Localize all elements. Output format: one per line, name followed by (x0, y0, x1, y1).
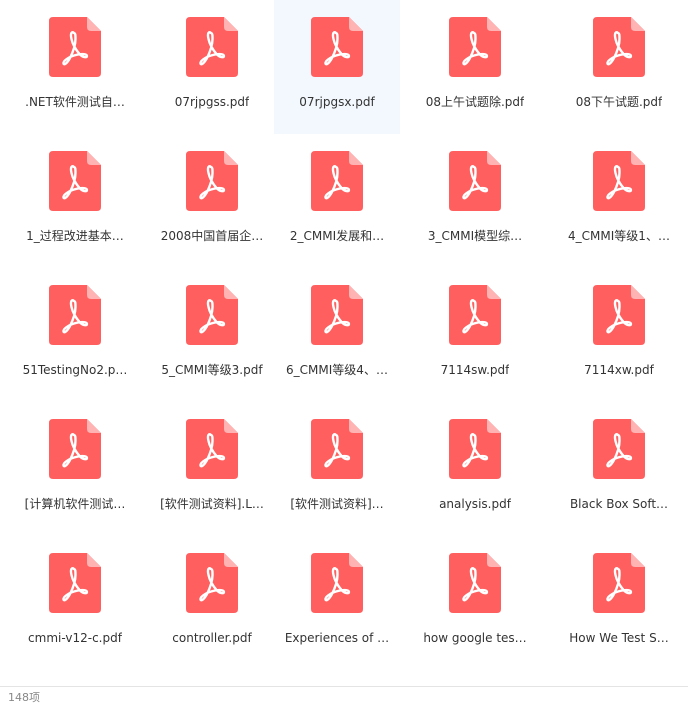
pdf-file-icon (593, 285, 645, 345)
pdf-file-icon (593, 553, 645, 613)
file-item[interactable]: cmmi-v12-c.pdf (0, 536, 150, 670)
pdf-file-icon (449, 419, 501, 479)
pdf-file-icon (449, 553, 501, 613)
file-item[interactable]: 07rjpgss.pdf (150, 0, 274, 134)
pdf-file-icon (186, 151, 238, 211)
file-name: 5_CMMI等级3.pdf (161, 363, 263, 377)
file-name: controller.pdf (172, 631, 252, 645)
file-name: 08下午试题.pdf (575, 95, 663, 109)
file-name: 07rjpgsx.pdf (299, 95, 375, 109)
file-item[interactable]: 08上午试题除.pdf (400, 0, 550, 134)
file-item[interactable]: [软件测试资料]… (274, 402, 400, 536)
file-item[interactable]: analysis.pdf (400, 402, 550, 536)
file-item[interactable]: How We Test S… (550, 536, 688, 670)
file-item[interactable]: 08下午试题.pdf (550, 0, 688, 134)
file-name: 08上午试题除.pdf (425, 95, 525, 109)
pdf-file-icon (186, 17, 238, 77)
status-bar: 148项 (0, 686, 688, 709)
file-item[interactable]: Experiences of … (274, 536, 400, 670)
file-item[interactable]: 2008中国首届企… (150, 134, 274, 268)
item-count: 148项 (8, 691, 40, 704)
file-name: 7114xw.pdf (584, 363, 654, 377)
file-name: [软件测试资料].L… (160, 497, 264, 511)
file-name: How We Test S… (569, 631, 669, 645)
pdf-file-icon (311, 419, 363, 479)
file-item[interactable]: 3_CMMI模型综… (400, 134, 550, 268)
pdf-file-icon (311, 285, 363, 345)
file-item[interactable]: 7114xw.pdf (550, 268, 688, 402)
file-name: 4_CMMI等级1、… (568, 229, 670, 243)
file-grid: .NET软件测试自… 07rjpgss.pdf 07rjpgsx.pdf 08上… (0, 0, 688, 686)
pdf-file-icon (186, 419, 238, 479)
file-name: 1_过程改进基本… (26, 229, 124, 243)
file-item[interactable]: 6_CMMI等级4、… (274, 268, 400, 402)
file-name: analysis.pdf (439, 497, 511, 511)
pdf-file-icon (49, 17, 101, 77)
file-item[interactable]: 2_CMMI发展和… (274, 134, 400, 268)
pdf-file-icon (593, 151, 645, 211)
pdf-file-icon (449, 17, 501, 77)
file-name: cmmi-v12-c.pdf (28, 631, 122, 645)
pdf-file-icon (311, 17, 363, 77)
pdf-file-icon (593, 419, 645, 479)
file-name: Experiences of … (284, 631, 390, 645)
file-item[interactable]: [计算机软件测试… (0, 402, 150, 536)
file-item[interactable]: [软件测试资料].L… (150, 402, 274, 536)
file-item[interactable]: 5_CMMI等级3.pdf (150, 268, 274, 402)
file-name: [计算机软件测试… (24, 497, 126, 511)
pdf-file-icon (449, 285, 501, 345)
pdf-file-icon (49, 553, 101, 613)
pdf-file-icon (49, 419, 101, 479)
file-name: [软件测试资料]… (290, 497, 384, 511)
file-item[interactable]: Black Box Soft… (550, 402, 688, 536)
pdf-file-icon (311, 553, 363, 613)
file-name: Black Box Soft… (569, 497, 669, 511)
file-item[interactable]: 51TestingNo2.p… (0, 268, 150, 402)
pdf-file-icon (49, 285, 101, 345)
file-item[interactable]: .NET软件测试自… (0, 0, 150, 134)
pdf-file-icon (593, 17, 645, 77)
pdf-file-icon (186, 285, 238, 345)
file-name: 6_CMMI等级4、… (286, 363, 388, 377)
file-name: 07rjpgss.pdf (174, 95, 250, 109)
file-item[interactable]: 7114sw.pdf (400, 268, 550, 402)
file-item[interactable]: 4_CMMI等级1、… (550, 134, 688, 268)
pdf-file-icon (49, 151, 101, 211)
file-item[interactable]: 07rjpgsx.pdf (274, 0, 400, 134)
file-name: 2008中国首届企… (160, 229, 264, 243)
pdf-file-icon (449, 151, 501, 211)
file-item[interactable]: controller.pdf (150, 536, 274, 670)
file-item[interactable]: 1_过程改进基本… (0, 134, 150, 268)
file-name: how google tes… (423, 631, 527, 645)
file-name: 7114sw.pdf (440, 363, 510, 377)
file-name: 51TestingNo2.p… (22, 363, 128, 377)
pdf-file-icon (186, 553, 238, 613)
file-name: .NET软件测试自… (25, 95, 125, 109)
file-item[interactable]: how google tes… (400, 536, 550, 670)
pdf-file-icon (311, 151, 363, 211)
file-name: 3_CMMI模型综… (427, 229, 523, 243)
file-name: 2_CMMI发展和… (289, 229, 385, 243)
